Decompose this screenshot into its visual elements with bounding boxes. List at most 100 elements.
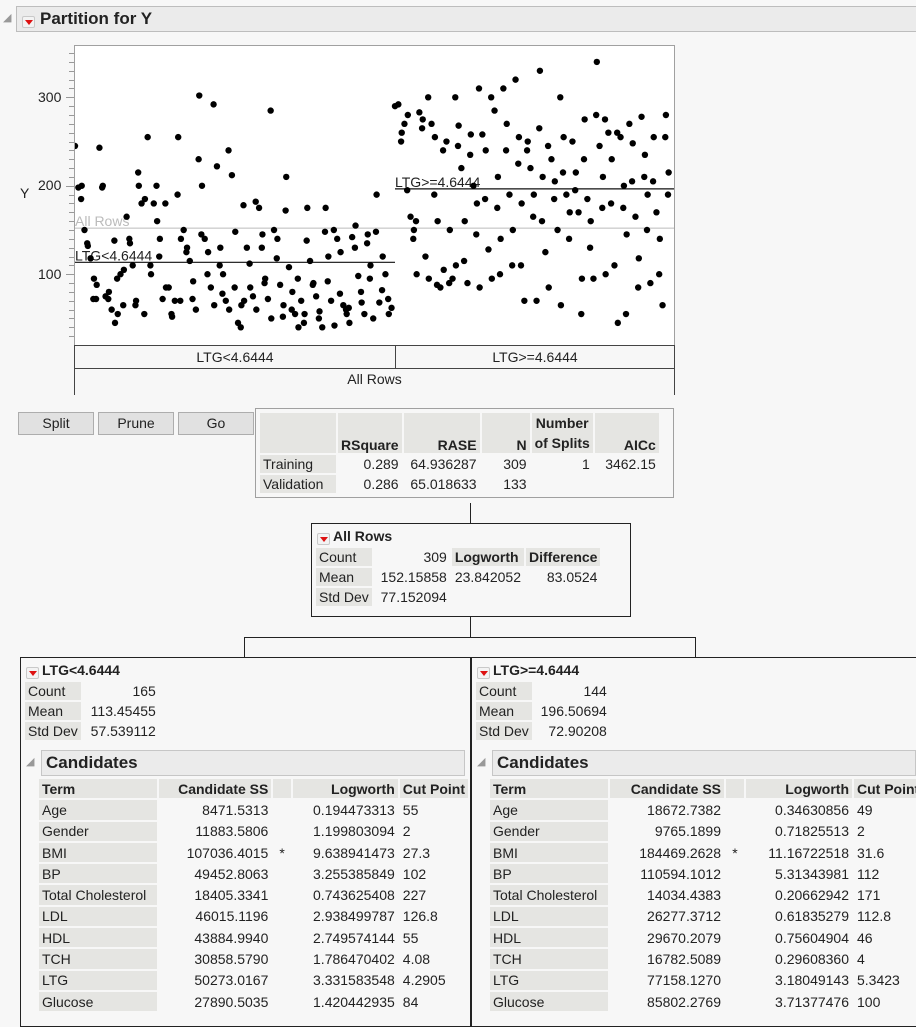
data-point[interactable] — [96, 144, 103, 151]
data-point[interactable] — [653, 209, 660, 216]
red-triangle-menu-icon[interactable] — [317, 533, 330, 546]
data-point[interactable] — [126, 235, 133, 243]
data-point[interactable] — [466, 151, 474, 159]
data-point[interactable] — [336, 290, 344, 297]
data-point[interactable] — [258, 244, 266, 251]
red-triangle-menu-icon[interactable] — [22, 16, 35, 29]
scatter-plot-frame[interactable]: All Rows LTG<4.6444 LTG>=4.6444 — [74, 45, 675, 346]
data-point[interactable] — [267, 107, 274, 114]
candidates-header[interactable]: Candidates — [492, 750, 916, 776]
data-point[interactable] — [189, 278, 197, 285]
data-point[interactable] — [132, 301, 139, 309]
data-point[interactable] — [470, 182, 477, 189]
data-point[interactable] — [325, 253, 332, 260]
data-point[interactable] — [500, 85, 507, 92]
data-point[interactable] — [297, 297, 305, 304]
data-point[interactable] — [168, 310, 175, 318]
table-row[interactable]: HDL 29670.2079 0.75604904 46 — [490, 928, 916, 948]
data-point[interactable] — [268, 315, 275, 322]
data-point[interactable] — [259, 231, 266, 238]
data-point[interactable] — [497, 235, 504, 243]
data-point[interactable] — [428, 120, 435, 128]
table-row[interactable]: BP 49452.8063 3.255385849 102 — [39, 864, 468, 884]
data-point[interactable] — [159, 295, 166, 303]
table-row[interactable]: LTG 77158.1270 3.18049143 5.3423 — [490, 970, 916, 990]
data-point[interactable] — [177, 297, 184, 304]
data-point[interactable] — [443, 138, 450, 145]
table-row[interactable]: BMI 107036.4015 * 9.638941473 27.3 — [39, 842, 468, 863]
data-point[interactable] — [147, 262, 154, 269]
data-point[interactable] — [422, 253, 429, 260]
data-point[interactable] — [521, 297, 528, 304]
data-point[interactable] — [219, 290, 226, 297]
data-point[interactable] — [228, 171, 236, 179]
data-point[interactable] — [282, 207, 289, 214]
data-point[interactable] — [358, 299, 365, 306]
data-point[interactable] — [84, 240, 91, 247]
data-point[interactable] — [622, 310, 630, 318]
data-point[interactable] — [346, 319, 353, 327]
data-point[interactable] — [608, 156, 615, 163]
data-point[interactable] — [334, 235, 341, 243]
disclosure-triangle-icon[interactable]: ◢ — [26, 755, 34, 768]
data-point[interactable] — [479, 131, 486, 138]
data-point[interactable] — [315, 315, 323, 322]
data-point[interactable] — [295, 324, 302, 331]
data-point[interactable] — [280, 301, 287, 309]
data-point[interactable] — [105, 288, 113, 296]
disclosure-triangle-icon[interactable]: ◢ — [477, 755, 485, 768]
data-point[interactable] — [419, 116, 426, 123]
data-point[interactable] — [464, 279, 471, 287]
split-button[interactable]: Split — [18, 412, 94, 435]
data-point[interactable] — [542, 248, 549, 256]
data-point[interactable] — [283, 173, 290, 181]
data-point[interactable] — [529, 213, 537, 220]
data-point[interactable] — [378, 286, 386, 294]
data-point[interactable] — [300, 319, 308, 327]
data-point[interactable] — [331, 322, 338, 329]
data-point[interactable] — [551, 178, 559, 185]
data-point[interactable] — [550, 195, 558, 203]
data-point[interactable] — [517, 262, 525, 269]
data-point[interactable] — [620, 204, 627, 212]
data-point[interactable] — [485, 246, 492, 253]
red-triangle-menu-icon[interactable] — [26, 667, 39, 680]
data-point[interactable] — [644, 191, 651, 198]
table-row[interactable]: Total Cholesterol 14034.4383 0.20662942 171 — [490, 885, 916, 905]
candidates-header[interactable]: Candidates — [41, 750, 465, 776]
data-point[interactable] — [243, 244, 251, 251]
data-point[interactable] — [662, 133, 669, 141]
data-point[interactable] — [620, 182, 628, 189]
data-point[interactable] — [345, 304, 352, 312]
data-point[interactable] — [180, 226, 187, 234]
data-point[interactable] — [129, 262, 136, 269]
data-point[interactable] — [279, 313, 287, 320]
data-point[interactable] — [289, 288, 296, 296]
data-point[interactable] — [222, 297, 229, 304]
data-point[interactable] — [416, 109, 423, 116]
data-point[interactable] — [216, 262, 223, 269]
data-point[interactable] — [662, 111, 670, 119]
data-point[interactable] — [592, 111, 600, 119]
data-point[interactable] — [476, 284, 483, 291]
data-point[interactable] — [446, 226, 454, 234]
table-row[interactable]: LDL 26277.3712 0.61835279 112.8 — [490, 906, 916, 927]
data-point[interactable] — [665, 169, 672, 176]
data-point[interactable] — [418, 125, 426, 132]
data-point[interactable] — [487, 94, 495, 101]
data-point[interactable] — [509, 226, 517, 234]
table-row[interactable]: BMI 184469.2628 * 11.16722518 31.6 — [490, 842, 916, 863]
data-point[interactable] — [195, 156, 202, 163]
data-point[interactable] — [410, 235, 417, 243]
red-triangle-menu-icon[interactable] — [477, 667, 490, 680]
data-point[interactable] — [494, 173, 502, 181]
data-point[interactable] — [225, 306, 233, 313]
data-point[interactable] — [475, 85, 483, 92]
data-point[interactable] — [488, 275, 496, 282]
data-point[interactable] — [401, 120, 408, 128]
data-point[interactable] — [162, 200, 169, 207]
data-point[interactable] — [647, 279, 654, 287]
data-point[interactable] — [559, 169, 567, 176]
data-point[interactable] — [578, 310, 585, 318]
table-row[interactable]: LTG 50273.0167 3.331583548 4.2905 — [39, 970, 468, 990]
